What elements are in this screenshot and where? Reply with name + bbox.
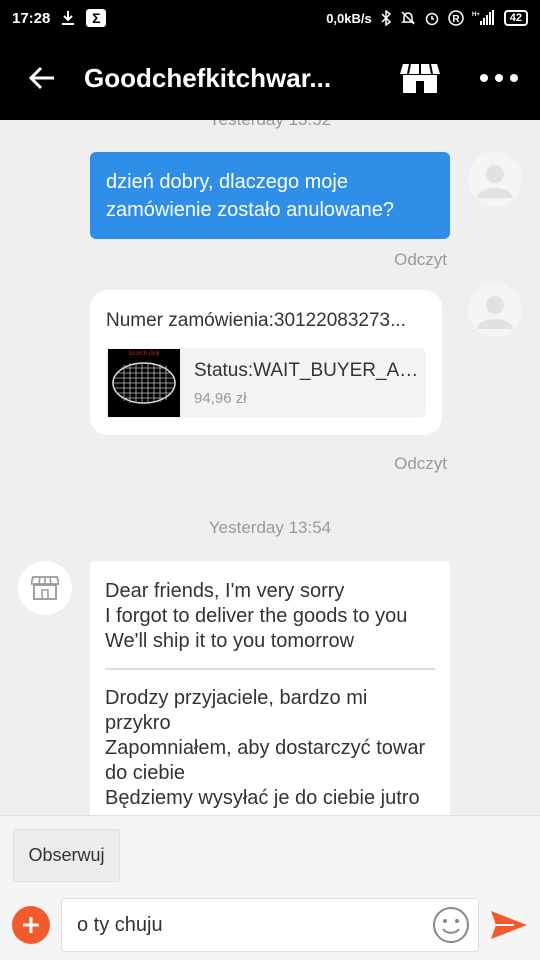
message-english-line: I forgot to deliver the goods to you	[105, 605, 408, 627]
message-polish-line: Zapomniałem, aby dostarczyć towar do cie…	[105, 737, 426, 784]
message-polish-line: Drodzy przyjaciele, bardzo mi przykro	[105, 687, 368, 734]
signal-icon: H+	[472, 10, 496, 26]
message-list[interactable]: Yesterday 13:52 dzień dobry, dlaczego mo…	[0, 120, 540, 815]
message-english-line: We'll ship it to you tomorrow	[105, 630, 355, 652]
read-receipt: Odczyt	[394, 454, 447, 473]
more-options-icon[interactable]	[474, 56, 524, 100]
message-polish-line: Będziemy wysyłać je do ciebie jutro	[105, 787, 420, 809]
message-input[interactable]: o ty chuju	[61, 898, 479, 952]
back-arrow-icon[interactable]	[0, 36, 84, 120]
clock: 17:28	[12, 9, 51, 27]
user-avatar[interactable]	[468, 283, 522, 337]
battery-indicator: 42	[503, 10, 528, 26]
svg-text:R: R	[452, 14, 460, 25]
composer-bar: Obserwuj o ty chuju	[0, 815, 540, 960]
follow-button[interactable]: Obserwuj	[13, 829, 120, 882]
send-icon[interactable]	[488, 906, 530, 944]
download-icon	[60, 10, 76, 26]
registered-icon: R	[448, 10, 464, 26]
user-avatar[interactable]	[468, 152, 522, 206]
status-bar: 17:28 Σ 0,0kB/s R H+ 42	[0, 0, 540, 36]
message-english-line: Dear friends, I'm very sorry	[105, 580, 345, 602]
product-image-caption: Scorch Grill	[128, 351, 160, 357]
store-icon[interactable]	[398, 56, 442, 100]
sigma-icon: Σ	[86, 9, 107, 27]
translation-divider	[105, 668, 435, 670]
emoji-icon[interactable]	[432, 906, 470, 944]
order-number: Numer zamówienia:30122083273...	[106, 310, 406, 331]
svg-text:H+: H+	[472, 12, 480, 18]
order-price: 94,96 zł	[194, 389, 247, 407]
read-receipt: Odczyt	[394, 250, 447, 269]
timestamp: Yesterday 13:54	[208, 518, 332, 537]
order-item[interactable]: Scorch Grill Status:WAIT_BUYER_AC... 94,…	[106, 348, 426, 418]
bluetooth-icon	[380, 10, 392, 26]
chat-title: Goodchefkitchwar...	[84, 62, 332, 93]
app-header: Goodchefkitchwar...	[0, 36, 540, 120]
order-status: Status:WAIT_BUYER_AC...	[194, 359, 424, 381]
order-card[interactable]: Numer zamówienia:30122083273... Scorch G…	[90, 290, 442, 435]
product-thumbnail: Scorch Grill	[108, 349, 180, 417]
mute-icon	[400, 10, 416, 26]
timestamp: Yesterday 13:52	[0, 120, 540, 130]
sent-message-bubble[interactable]: dzień dobry, dlaczego moje zamówienie zo…	[90, 152, 450, 239]
alarm-icon	[424, 10, 440, 26]
add-attachment-icon[interactable]	[12, 906, 50, 944]
store-avatar[interactable]	[18, 561, 72, 615]
received-message-bubble[interactable]: Dear friends, I'm very sorry I forgot to…	[90, 561, 450, 815]
network-speed: 0,0kB/s	[326, 10, 372, 26]
